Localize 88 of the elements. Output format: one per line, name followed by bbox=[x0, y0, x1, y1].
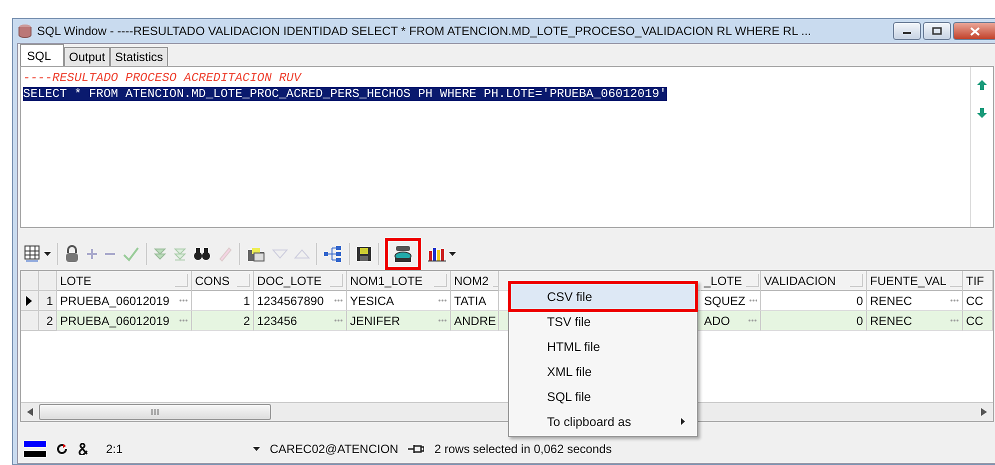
scrollbar-thumb[interactable] bbox=[39, 404, 271, 420]
column-header[interactable]: NOM1_LOTE bbox=[350, 274, 430, 288]
menu-item[interactable]: SQL file bbox=[511, 384, 695, 409]
grid-icon[interactable] bbox=[24, 245, 42, 263]
pin-icon bbox=[408, 444, 424, 454]
tab[interactable]: Output bbox=[64, 47, 110, 66]
ellipsis-icon[interactable] bbox=[334, 299, 343, 302]
grid-corner bbox=[21, 271, 39, 291]
table-cell-text: 0 bbox=[855, 294, 863, 308]
column-header[interactable]: VALIDACION bbox=[764, 274, 846, 288]
table-cell-text: 2 bbox=[242, 314, 250, 328]
row-header[interactable]: 1 bbox=[38, 291, 57, 311]
row-number: 2 bbox=[46, 314, 53, 328]
ellipsis-icon[interactable] bbox=[950, 299, 959, 302]
column-header[interactable]: DOC_LOTE bbox=[257, 274, 326, 288]
table-cell-text: 1 bbox=[242, 294, 250, 308]
folder-icon[interactable] bbox=[246, 245, 266, 263]
ellipsis-icon[interactable] bbox=[438, 319, 447, 322]
table-cell-text: CC bbox=[966, 294, 984, 308]
ellipsis-icon[interactable] bbox=[334, 319, 343, 322]
table-cell-text: 1234567890 bbox=[257, 294, 325, 308]
current-row-icon bbox=[26, 296, 32, 306]
maximize-icon bbox=[932, 27, 942, 35]
column-header[interactable]: _LOTE bbox=[704, 274, 742, 288]
table-cell-text: CC bbox=[966, 314, 984, 328]
refresh-icon[interactable] bbox=[56, 443, 68, 455]
ellipsis-icon[interactable] bbox=[179, 299, 188, 302]
plus-icon[interactable] bbox=[86, 248, 98, 260]
close-icon bbox=[970, 26, 980, 36]
status-message: 2 rows selected in 0,062 seconds bbox=[434, 442, 612, 456]
column-header[interactable]: FUENTE_VAL bbox=[870, 274, 946, 288]
menu-item[interactable]: HTML file bbox=[511, 334, 695, 359]
ellipsis-icon[interactable] bbox=[749, 299, 757, 302]
table-cell-text: YESICA bbox=[350, 294, 396, 308]
save-icon[interactable] bbox=[356, 246, 372, 262]
table-cell-text: PRUEBA_06012019 bbox=[60, 314, 170, 328]
up-arrow-icon[interactable] bbox=[976, 79, 988, 91]
column-header[interactable]: NOM2 bbox=[454, 274, 489, 288]
table-cell-text: 123456 bbox=[257, 314, 298, 328]
caret-icon[interactable] bbox=[44, 252, 51, 256]
table-cell-text: JENIFER bbox=[350, 314, 402, 328]
minimize-button[interactable] bbox=[893, 22, 921, 40]
down-arrow-icon[interactable] bbox=[976, 107, 988, 119]
table-cell-text: RENEC bbox=[870, 314, 914, 328]
menu-item[interactable]: XML file bbox=[511, 359, 695, 384]
tab[interactable]: Statistics bbox=[110, 47, 168, 66]
ellipsis-icon[interactable] bbox=[179, 319, 188, 322]
double-down-arrow-icon[interactable] bbox=[153, 247, 167, 261]
table-cell: ANDRE bbox=[454, 314, 496, 328]
bar-chart-icon[interactable] bbox=[427, 245, 447, 263]
column-header[interactable]: LOTE bbox=[60, 274, 171, 288]
cursor-position: 2:1 bbox=[106, 442, 123, 456]
ellipsis-icon[interactable] bbox=[438, 299, 447, 302]
maximize-button[interactable] bbox=[923, 22, 951, 40]
caret-icon[interactable] bbox=[449, 252, 456, 256]
row-indicator[interactable] bbox=[21, 291, 39, 311]
table-cell: SQUEZ bbox=[704, 294, 746, 308]
code-comment: ----RESULTADO PROCESO ACREDITACION RUV bbox=[23, 71, 301, 85]
database-icon bbox=[17, 23, 33, 39]
table-cell-text: PRUEBA_06012019 bbox=[60, 294, 170, 308]
row-number: 1 bbox=[46, 294, 53, 308]
ellipsis-icon[interactable] bbox=[748, 319, 757, 322]
ampersand-icon bbox=[78, 443, 88, 455]
caret-icon[interactable] bbox=[252, 447, 260, 451]
scroll-left-icon[interactable] bbox=[27, 408, 33, 416]
menu-item[interactable]: To clipboard as bbox=[511, 409, 695, 434]
menu-item[interactable]: TSV file bbox=[511, 309, 695, 334]
database-icon bbox=[393, 244, 413, 264]
window-title: SQL Window - ----RESULTADO VALIDACION IDENTIDAD SELECT * FROM ATENCION.MD_LOTE_PROCESO_VALIDACION RL WHERE RL ... bbox=[37, 24, 812, 38]
tab[interactable]: SQL bbox=[20, 44, 64, 66]
column-header[interactable]: CONS bbox=[195, 274, 233, 288]
binoculars-icon[interactable] bbox=[193, 247, 211, 261]
table-cell-text: TATIA bbox=[454, 294, 488, 308]
table-cell-text: ADO bbox=[704, 314, 732, 328]
check-icon[interactable] bbox=[122, 246, 140, 262]
tree-icon[interactable] bbox=[323, 245, 343, 263]
row-header[interactable]: 2 bbox=[38, 311, 57, 331]
scroll-right-icon[interactable] bbox=[981, 408, 987, 416]
color-swatch-icon bbox=[24, 441, 46, 457]
ellipsis-icon[interactable] bbox=[950, 319, 959, 322]
export-button[interactable] bbox=[385, 238, 421, 270]
menu-item[interactable]: CSV file bbox=[511, 284, 695, 309]
column-header[interactable]: TIF bbox=[966, 274, 989, 288]
table-cell-text: 0 bbox=[855, 314, 863, 328]
connection-label[interactable]: CAREC02@ATENCION bbox=[270, 442, 398, 456]
lock-icon[interactable] bbox=[64, 245, 80, 263]
close-button[interactable] bbox=[953, 22, 995, 40]
table-cell-text: RENEC bbox=[870, 294, 914, 308]
